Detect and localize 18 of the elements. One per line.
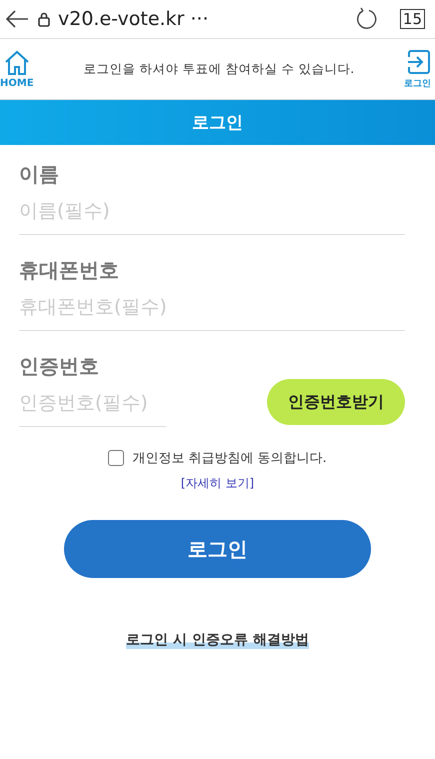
home-icon bbox=[4, 50, 30, 76]
consent-checkbox[interactable] bbox=[108, 450, 124, 466]
field-label: 인증번호 bbox=[19, 353, 100, 380]
back-icon[interactable] bbox=[4, 9, 30, 29]
home-link[interactable]: HOME bbox=[0, 50, 34, 88]
details-link[interactable]: [자세히 보기] bbox=[180, 475, 254, 492]
login-button[interactable]: 로그인 bbox=[64, 520, 371, 578]
page-title: 로그인 bbox=[192, 112, 243, 134]
get-code-button[interactable]: 인증번호받기 bbox=[267, 379, 405, 425]
url-text[interactable]: v20.e-vote.kr ··· bbox=[58, 8, 346, 30]
consent-label: 개인정보 취급방침에 동의합니다. bbox=[132, 450, 327, 467]
field-label: 휴대폰번호 bbox=[19, 257, 120, 284]
login-link[interactable]: 로그인 bbox=[404, 48, 431, 90]
login-notice: 로그인을 하셔야 투표에 참여하실 수 있습니다. bbox=[83, 60, 354, 78]
tab-count[interactable]: 15 bbox=[400, 9, 425, 29]
lock-icon bbox=[38, 12, 50, 26]
field-label: 이름 bbox=[19, 161, 60, 188]
help-link[interactable]: 로그인 시 인증오류 해결방법 bbox=[126, 631, 309, 649]
